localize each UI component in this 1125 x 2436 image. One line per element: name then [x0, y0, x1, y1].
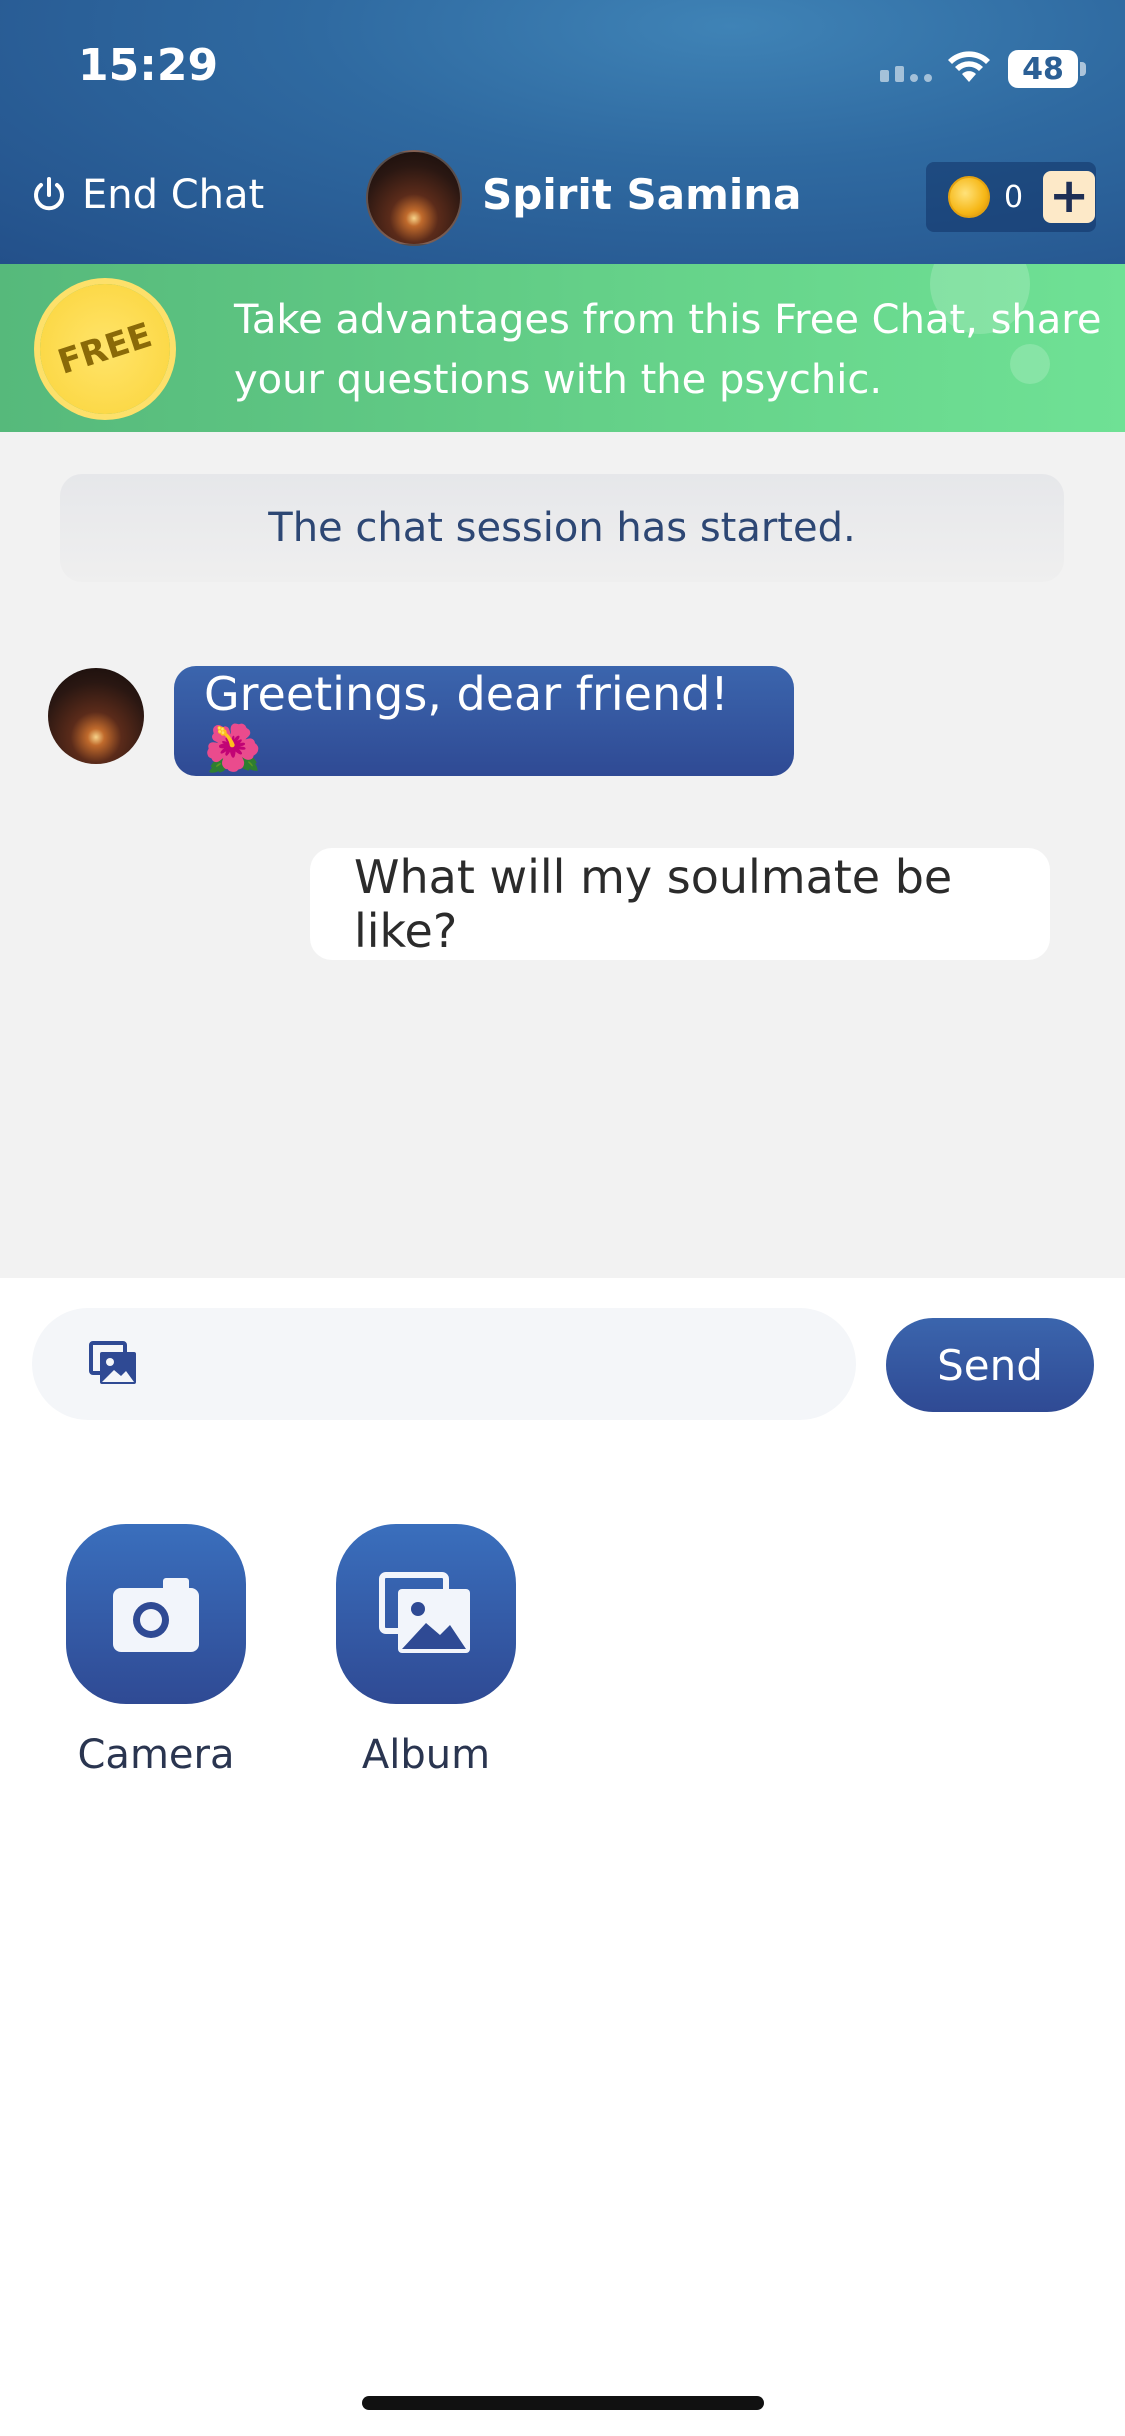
album-option[interactable]: Album [336, 1524, 516, 1778]
chat-header: 15:29 48 End Chat Spirit Samina 0 + [0, 0, 1125, 264]
album-tile[interactable] [336, 1524, 516, 1704]
psychic-avatar[interactable] [366, 150, 462, 246]
coin-icon [948, 176, 990, 218]
album-icon [379, 1572, 470, 1653]
coin-balance[interactable]: 0 + [926, 162, 1096, 232]
camera-tile[interactable] [66, 1524, 246, 1704]
image-picker-icon[interactable] [88, 1340, 140, 1388]
coin-count: 0 [1004, 179, 1024, 215]
camera-icon [113, 1578, 199, 1652]
free-badge: FREE [40, 284, 170, 414]
psychic-name[interactable]: Spirit Samina [482, 170, 802, 219]
camera-option[interactable]: Camera [66, 1524, 246, 1778]
psychic-message-avatar[interactable] [48, 668, 144, 764]
send-button[interactable]: Send [886, 1318, 1094, 1412]
add-coins-button[interactable]: + [1043, 171, 1096, 223]
album-label: Album [361, 1732, 491, 1778]
free-chat-banner: FREE Take advantages from this Free Chat… [0, 264, 1125, 432]
message-input[interactable] [32, 1308, 856, 1420]
wifi-icon [948, 51, 990, 82]
psychic-message-bubble: Greetings, dear friend! 🌺 [174, 666, 794, 776]
session-started-notice: The chat session has started. [60, 474, 1064, 582]
home-indicator[interactable] [362, 2396, 764, 2410]
user-message-bubble: What will my soulmate be like? [310, 848, 1050, 960]
end-chat-button[interactable]: End Chat [30, 172, 264, 218]
banner-text: Take advantages from this Free Chat, sha… [234, 297, 1102, 403]
end-chat-label: End Chat [82, 172, 265, 218]
battery-level: 48 [1008, 50, 1078, 88]
chat-messages[interactable]: The chat session has started. Greetings,… [0, 432, 1125, 1278]
camera-label: Camera [77, 1732, 235, 1778]
cellular-signal-icon [880, 66, 932, 82]
free-badge-label: FREE [53, 315, 157, 383]
battery-tip [1080, 62, 1086, 76]
power-icon [34, 177, 64, 211]
status-time: 15:29 [78, 40, 219, 91]
